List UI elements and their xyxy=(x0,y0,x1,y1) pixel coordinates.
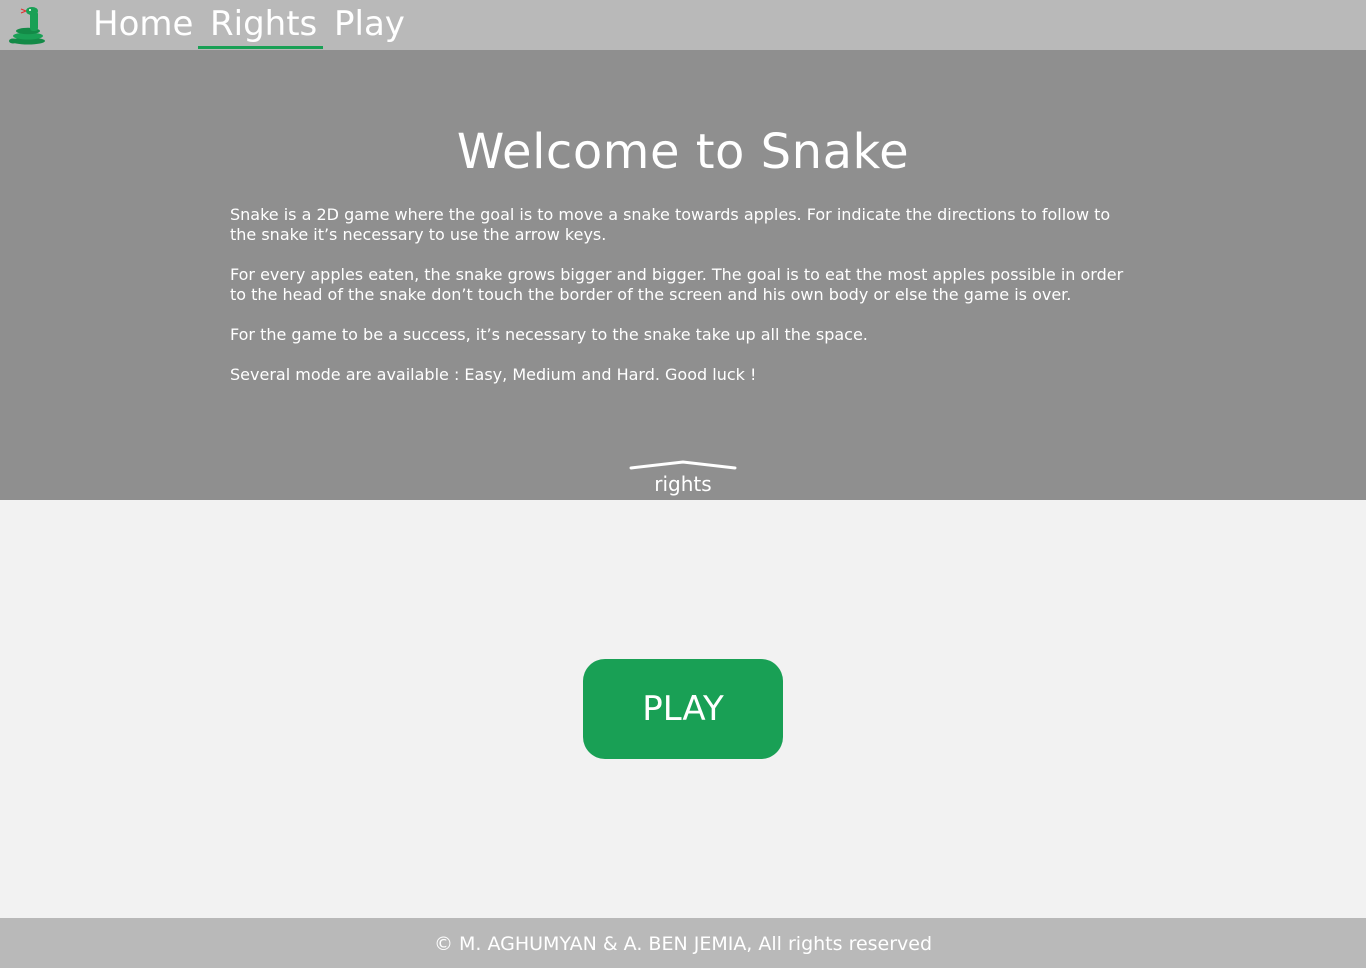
description-paragraph: Several mode are available : Easy, Mediu… xyxy=(230,365,757,384)
game-description: Snake is a 2D game where the goal is to … xyxy=(230,205,1140,405)
copyright-text: © M. AGHUMYAN & A. BEN JEMIA, All rights… xyxy=(433,933,933,955)
navbar: Home Rights Play xyxy=(0,0,1366,50)
description-paragraph: For the game to be a success, it’s neces… xyxy=(230,325,868,344)
play-button[interactable]: PLAY xyxy=(583,659,783,759)
description-paragraph: For every apples eaten, the snake grows … xyxy=(230,265,1124,304)
rights-link-label: rights xyxy=(654,472,712,496)
nav-link-rights[interactable]: Rights xyxy=(200,4,327,48)
active-nav-indicator xyxy=(198,46,323,49)
welcome-section: Welcome to Snake Snake is a 2D game wher… xyxy=(0,50,1366,500)
nav-link-home[interactable]: Home xyxy=(83,4,203,48)
snake-logo-icon[interactable] xyxy=(6,3,50,47)
description-paragraph: Snake is a 2D game where the goal is to … xyxy=(230,205,1111,244)
rights-link[interactable]: rights xyxy=(625,458,741,500)
chevron-up-icon xyxy=(629,460,737,470)
page-title: Welcome to Snake xyxy=(456,124,910,180)
footer: © M. AGHUMYAN & A. BEN JEMIA, All rights… xyxy=(0,918,1366,968)
nav-link-play[interactable]: Play xyxy=(324,4,415,48)
